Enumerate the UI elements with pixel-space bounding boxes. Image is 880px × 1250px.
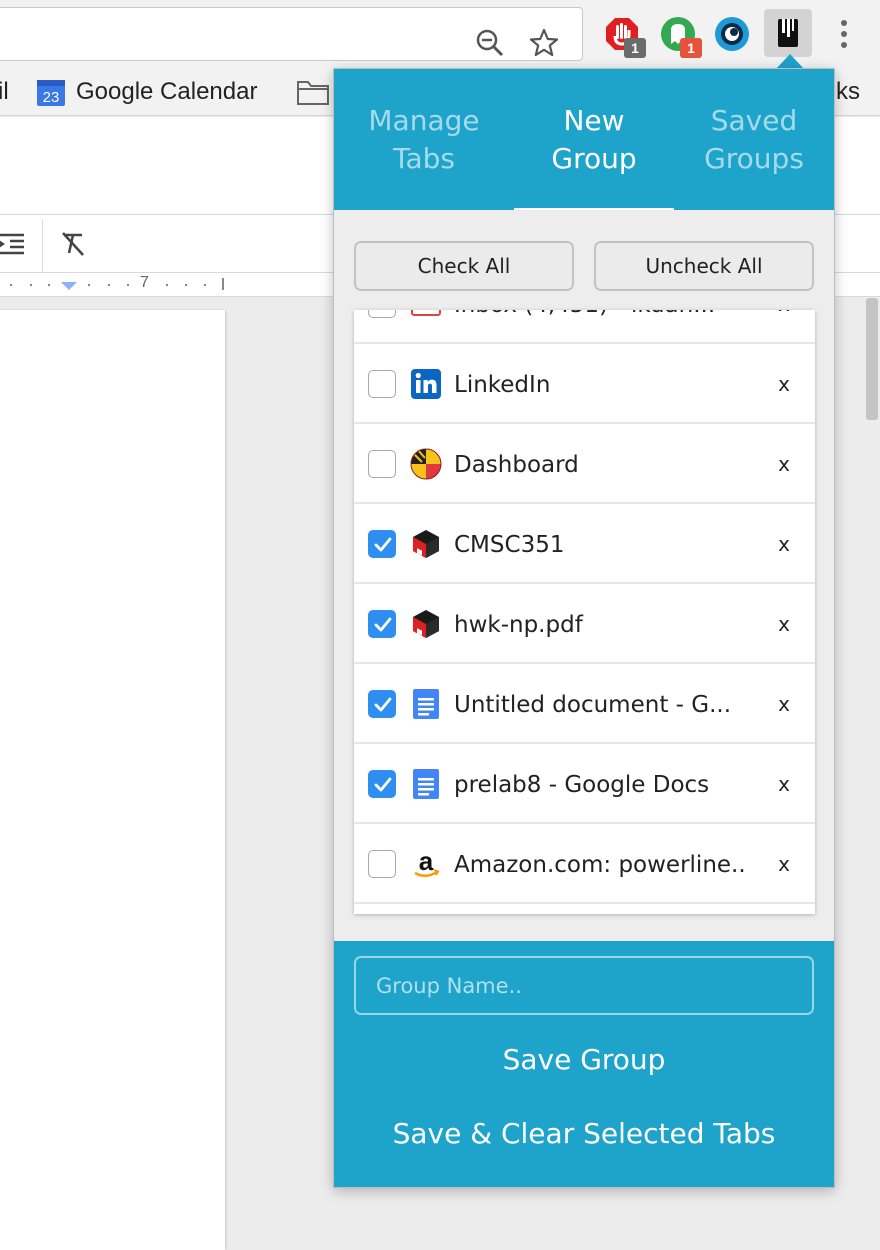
ghostery-badge: 1 <box>680 38 702 58</box>
google-docs-icon <box>410 688 442 720</box>
ghostery-extension-button[interactable]: 1 <box>660 16 702 58</box>
uncheck-all-button[interactable]: Uncheck All <box>594 241 814 291</box>
popup-tabs: Manage Tabs New Group Saved Groups <box>334 69 834 210</box>
tab-title: Inbox (4,451) - ikuan... <box>454 310 744 320</box>
bookmark-google-calendar[interactable]: 23 Google Calendar <box>36 76 257 108</box>
gmail-icon <box>410 310 442 320</box>
ruler-number: 7 <box>140 274 149 291</box>
close-tab-button[interactable]: x <box>766 448 802 480</box>
tab-checkbox[interactable] <box>368 610 396 638</box>
close-tab-button[interactable]: x <box>766 528 802 560</box>
tab-list-item[interactable]: LinkedIn x <box>354 344 815 424</box>
bookmark-folder[interactable] <box>296 76 330 108</box>
browser-toolbar: 1 1 <box>0 0 880 68</box>
close-tab-button[interactable]: x <box>766 368 802 400</box>
svg-text:a: a <box>419 848 434 876</box>
close-tab-button[interactable]: x <box>766 310 802 320</box>
adblock-extension-button[interactable]: 1 <box>604 16 646 58</box>
close-tab-button[interactable]: x <box>766 768 802 800</box>
selection-buttons: Check All Uncheck All <box>354 241 814 291</box>
save-clear-selected-tabs-button[interactable]: Save & Clear Selected Tabs <box>334 1117 834 1150</box>
tab-saved-groups[interactable]: Saved Groups <box>674 69 834 210</box>
tab-manager-extension-button[interactable] <box>764 9 812 57</box>
close-tab-button[interactable]: x <box>766 848 802 880</box>
tab-manager-popup: Manage Tabs New Group Saved Groups Check… <box>333 68 835 1188</box>
tab-list[interactable]: Inbox (4,451) - ikuan...xLinkedInxDashbo… <box>354 310 815 914</box>
tab-title: hwk-np.pdf <box>454 612 583 638</box>
camera-extension-button[interactable] <box>714 16 750 52</box>
check-all-button[interactable]: Check All <box>354 241 574 291</box>
folder-icon <box>297 81 329 105</box>
calendar-date: 23 <box>43 89 60 106</box>
document-page[interactable] <box>0 310 225 1250</box>
tab-list-item[interactable]: Dashboard x <box>354 424 815 504</box>
bookmark-other[interactable]: ks <box>836 76 860 108</box>
zoom-out-icon[interactable] <box>475 28 505 58</box>
bookmark-label: ks <box>836 78 860 105</box>
tab-title: Dashboard <box>454 452 579 478</box>
tab-list-content: Inbox (4,451) - ikuan...xLinkedInxDashbo… <box>354 310 815 904</box>
tab-list-item[interactable]: CMSC351 x <box>354 504 815 584</box>
tab-new-group[interactable]: New Group <box>514 69 674 210</box>
tab-title: Amazon.com: powerline... <box>454 852 744 878</box>
scrollbar-thumb[interactable] <box>866 298 878 420</box>
tab-checkbox[interactable] <box>368 770 396 798</box>
bookmark-label: il <box>0 78 9 105</box>
tab-title: Untitled document - G... <box>454 692 732 718</box>
tab-title: prelab8 - Google Docs <box>454 772 710 798</box>
cube-icon <box>410 528 442 560</box>
tab-list-item[interactable]: hwk-np.pdf x <box>354 584 815 664</box>
tab-list-item[interactable]: prelab8 - Google Docs x <box>354 744 815 824</box>
tab-list-item[interactable]: Inbox (4,451) - ikuan... x <box>354 310 815 344</box>
save-group-button[interactable]: Save Group <box>334 1043 834 1076</box>
clear-formatting-icon[interactable] <box>58 229 88 259</box>
browser-menu-icon[interactable] <box>835 18 853 50</box>
tab-manage-tabs[interactable]: Manage Tabs <box>334 69 514 210</box>
linkedin-icon <box>410 368 442 400</box>
tab-list-item[interactable]: a Amazon.com: powerline... x <box>354 824 815 904</box>
tab-title: CMSC351 <box>454 532 565 558</box>
amazon-icon: a <box>410 846 442 880</box>
tab-manager-icon <box>778 19 798 47</box>
cube-icon <box>410 608 442 640</box>
bookmark-star-icon[interactable] <box>529 28 559 58</box>
umd-icon <box>410 448 442 480</box>
tab-list-item[interactable]: Untitled document - G... x <box>354 664 815 744</box>
close-tab-button[interactable]: x <box>766 688 802 720</box>
google-calendar-icon: 23 <box>37 80 65 106</box>
toolbar-divider <box>42 219 43 271</box>
indent-icon[interactable] <box>0 229 26 259</box>
ruler-ticks <box>10 278 224 290</box>
bookmark-label: Google Calendar <box>76 78 258 105</box>
tab-checkbox[interactable] <box>368 850 396 878</box>
indent-marker-icon <box>61 282 77 290</box>
tab-checkbox[interactable] <box>368 530 396 558</box>
tab-checkbox[interactable] <box>368 370 396 398</box>
tab-checkbox[interactable] <box>368 690 396 718</box>
close-tab-button[interactable]: x <box>766 608 802 640</box>
popup-arrow <box>776 54 804 69</box>
group-name-input[interactable] <box>354 956 814 1015</box>
bookmark-gmail[interactable]: il <box>0 76 9 108</box>
camera-icon <box>715 17 749 51</box>
address-bar[interactable] <box>0 7 583 61</box>
popup-footer: Save Group Save & Clear Selected Tabs <box>334 941 834 1187</box>
tab-checkbox[interactable] <box>368 450 396 478</box>
tab-checkbox[interactable] <box>368 310 396 318</box>
adblock-badge: 1 <box>624 38 646 58</box>
google-docs-icon <box>410 768 442 800</box>
tab-title: LinkedIn <box>454 372 551 398</box>
